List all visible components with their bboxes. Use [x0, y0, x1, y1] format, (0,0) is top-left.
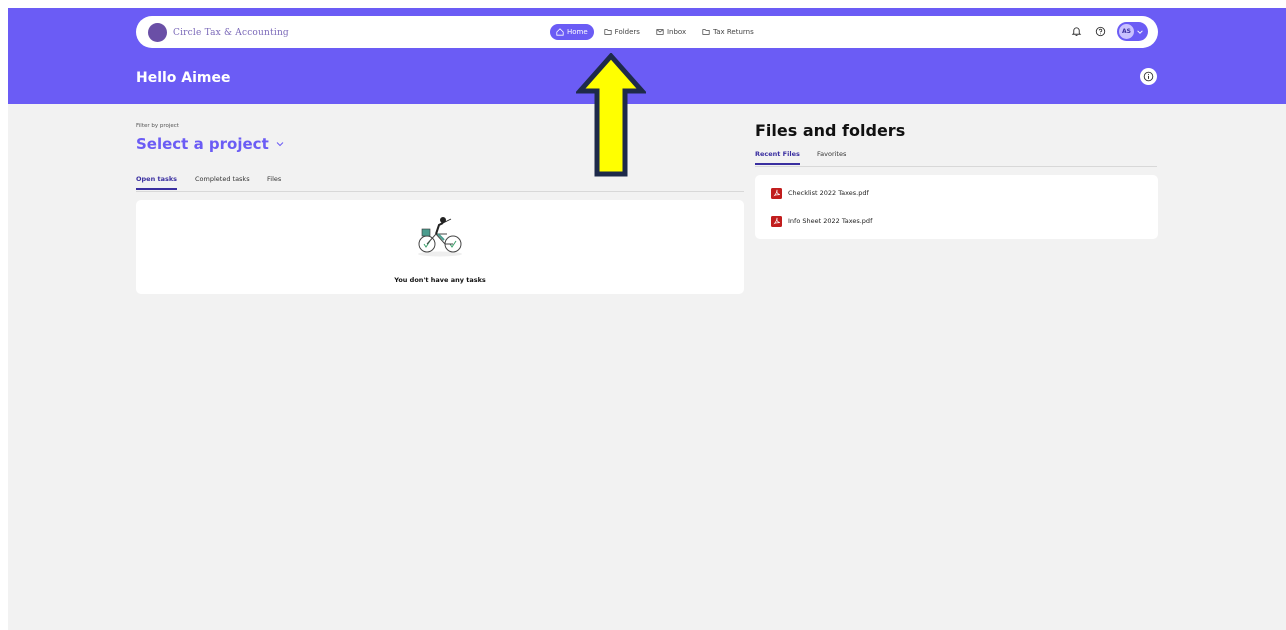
bell-icon: [1071, 27, 1081, 36]
nav-actions: AS: [1069, 22, 1148, 41]
annotation-arrow: [576, 53, 646, 177]
nav-home[interactable]: Home: [550, 24, 594, 40]
info-icon: [1143, 71, 1154, 82]
tab-completed-tasks[interactable]: Completed tasks: [195, 175, 250, 188]
pdf-icon: [771, 187, 782, 199]
nav-tax-returns-label: Tax Returns: [713, 28, 754, 36]
tasks-tabs: Open tasks Completed tasks Files: [136, 173, 744, 192]
project-select-label: Select a project: [136, 135, 269, 153]
tab-open-tasks[interactable]: Open tasks: [136, 175, 178, 190]
nav-home-label: Home: [567, 28, 588, 36]
files-list: Checklist 2022 Taxes.pdf Info Sheet 2022…: [755, 175, 1158, 239]
chevron-down-icon: [1137, 29, 1143, 34]
brand-logo: [148, 23, 167, 42]
notifications-button[interactable]: [1069, 25, 1083, 39]
home-icon: [556, 28, 564, 36]
tasks-panel: You don't have any tasks: [136, 200, 744, 294]
files-tabs: Recent Files Favorites: [755, 148, 1157, 167]
avatar: AS: [1119, 24, 1134, 39]
header-banner: Circle Tax & Accounting Home Folders Inb…: [8, 8, 1286, 104]
mail-icon: [656, 29, 664, 35]
greeting-title: Hello Aimee: [136, 70, 231, 86]
filter-label: Filter by project: [136, 123, 179, 129]
tab-files[interactable]: Files: [267, 175, 281, 188]
nav-folders[interactable]: Folders: [598, 24, 646, 40]
list-item[interactable]: Info Sheet 2022 Taxes.pdf: [771, 215, 872, 227]
list-item[interactable]: Checklist 2022 Taxes.pdf: [771, 187, 869, 199]
help-button[interactable]: [1093, 25, 1107, 39]
pdf-icon: [771, 215, 782, 227]
empty-tasks-message: You don't have any tasks: [394, 276, 486, 284]
nav-tax-returns[interactable]: Tax Returns: [696, 24, 760, 40]
help-icon: [1095, 26, 1105, 37]
folder-icon: [604, 29, 612, 35]
top-navbar: Circle Tax & Accounting Home Folders Inb…: [136, 16, 1158, 48]
main-nav: Home Folders Inbox Tax Returns: [550, 24, 760, 40]
project-select[interactable]: Select a project: [136, 135, 285, 153]
app-frame: Circle Tax & Accounting Home Folders Inb…: [8, 8, 1286, 630]
chevron-down-icon: [276, 142, 284, 147]
nav-inbox[interactable]: Inbox: [650, 24, 692, 40]
nav-folders-label: Folders: [614, 28, 640, 36]
account-menu-button[interactable]: AS: [1117, 22, 1148, 41]
info-button[interactable]: [1140, 68, 1157, 85]
files-title: Files and folders: [755, 121, 906, 140]
folder-icon: [702, 29, 710, 35]
file-name: Info Sheet 2022 Taxes.pdf: [788, 217, 873, 225]
brand-name: Circle Tax & Accounting: [173, 27, 289, 38]
tab-recent-files[interactable]: Recent Files: [755, 150, 800, 165]
nav-inbox-label: Inbox: [666, 28, 687, 36]
cyclist-illustration: [418, 217, 462, 257]
tab-favorites[interactable]: Favorites: [817, 150, 846, 163]
file-name: Checklist 2022 Taxes.pdf: [788, 189, 869, 197]
brand[interactable]: Circle Tax & Accounting: [148, 23, 289, 42]
